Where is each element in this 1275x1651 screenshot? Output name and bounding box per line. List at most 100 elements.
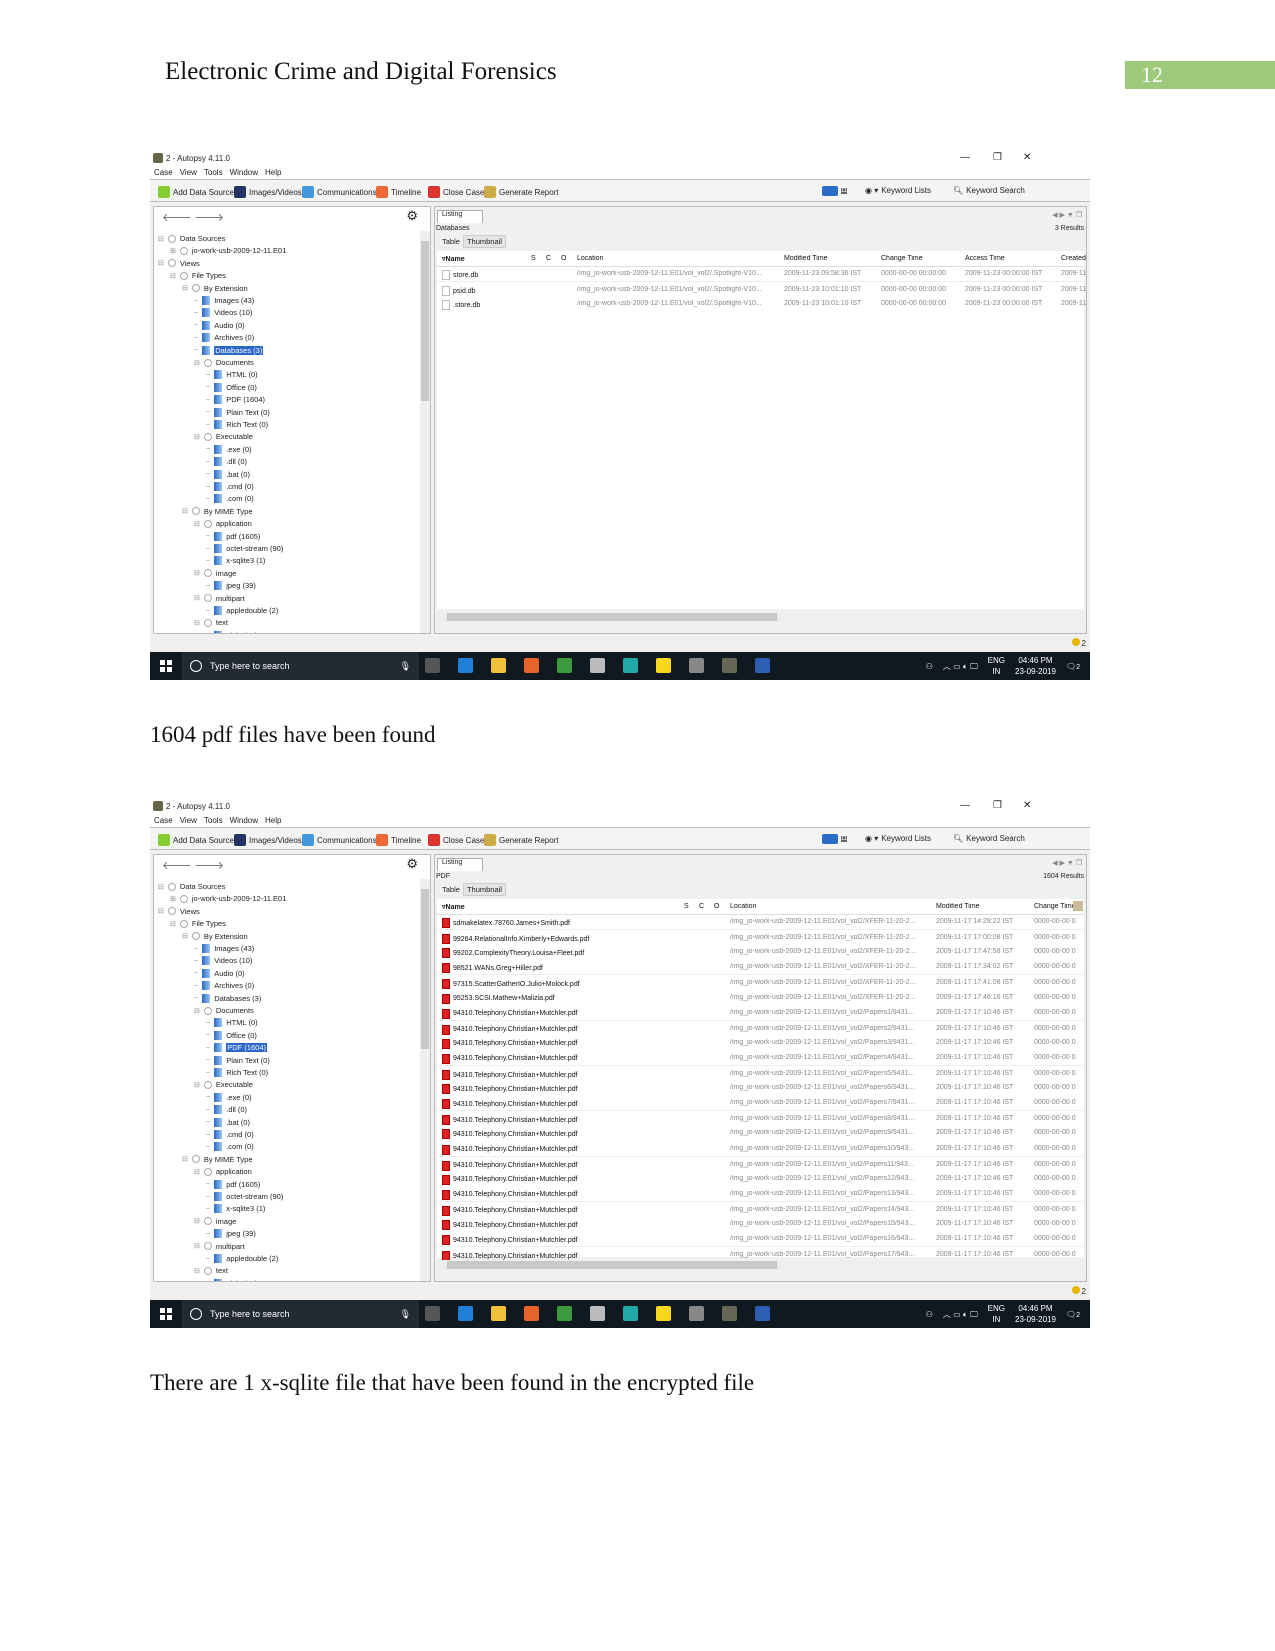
tree-item[interactable]: ⊟ Documents bbox=[194, 358, 254, 367]
expand-toggle-icon[interactable]: ⊟ bbox=[158, 883, 164, 891]
menu-case[interactable]: Case bbox=[154, 816, 173, 825]
tree-item[interactable]: ┈ Rich Text (0) bbox=[206, 420, 268, 429]
edge-icon[interactable] bbox=[458, 1306, 473, 1321]
menu-tools[interactable]: Tools bbox=[204, 168, 223, 177]
expand-toggle-icon[interactable]: ⊟ bbox=[194, 1267, 200, 1275]
app-icon[interactable] bbox=[590, 658, 605, 673]
column-header[interactable]: S bbox=[531, 255, 541, 262]
toolbar-communications-button[interactable]: Communications bbox=[302, 834, 377, 846]
app-icon[interactable] bbox=[590, 1306, 605, 1321]
expand-toggle-icon[interactable]: ⊟ bbox=[194, 619, 200, 627]
people-icon[interactable]: ⚇ bbox=[926, 1310, 933, 1319]
tree-item[interactable]: ┈ pdf (1605) bbox=[206, 531, 260, 541]
table-row[interactable]: 98521.WANs.Greg+Hiller.pdf/img_jo-work-u… bbox=[437, 959, 1084, 974]
people-icon[interactable]: ⚇ bbox=[926, 662, 933, 671]
viewer-nav-icons[interactable]: ◀ ▶ ▼ ❐ bbox=[1052, 859, 1082, 867]
keyword-lists-button[interactable]: ◉ ▾ Keyword Lists bbox=[865, 834, 931, 843]
expand-toggle-icon[interactable]: ⊟ bbox=[182, 284, 188, 292]
expand-toggle-icon[interactable]: ⊟ bbox=[194, 1242, 200, 1250]
expand-toggle-icon[interactable]: ⊟ bbox=[194, 1217, 200, 1225]
keyword-lists-button[interactable]: ◉ ▾ Keyword Lists bbox=[865, 186, 931, 195]
tree-item[interactable]: ┈ Audio (0) bbox=[194, 320, 245, 330]
restore-button[interactable]: ❐ bbox=[993, 152, 1002, 163]
tree-item[interactable]: ┈ Archives (0) bbox=[194, 981, 254, 991]
tree-item[interactable]: ┈ HTML (0) bbox=[206, 1018, 258, 1028]
tree-item[interactable]: ⊟ By Extension bbox=[182, 284, 248, 293]
expand-toggle-icon[interactable]: ⊟ bbox=[182, 1155, 188, 1163]
restore-button[interactable]: ❐ bbox=[993, 800, 1002, 811]
toolbar-close-case-button[interactable]: Close Case bbox=[428, 186, 484, 198]
tree-item[interactable]: ⊟ By MIME Type bbox=[182, 507, 253, 516]
expand-toggle-icon[interactable]: ⊞ bbox=[170, 247, 176, 255]
keyword-search-button[interactable]: 🔍︎ Keyword Search bbox=[953, 834, 1025, 843]
tree-item[interactable]: ┈ pdf (1605) bbox=[206, 1179, 260, 1189]
word-icon[interactable] bbox=[755, 658, 770, 673]
back-forward-buttons[interactable]: 🡐 🡒 bbox=[162, 858, 224, 872]
table-row[interactable]: 94310.Telephony.Christian+Mutchler.pdf/i… bbox=[437, 1186, 1084, 1201]
tree-item[interactable]: ⊟ multipart bbox=[194, 594, 245, 603]
tree-item[interactable]: ┈ x-sqlite3 (1) bbox=[206, 1204, 265, 1214]
tree-item[interactable]: ⊟ Executable bbox=[194, 432, 253, 441]
tree-item[interactable]: ⊟ Views bbox=[158, 907, 200, 916]
column-header[interactable]: O bbox=[561, 255, 571, 262]
back-forward-buttons[interactable]: 🡐 🡒 bbox=[162, 210, 224, 224]
inbox-button[interactable]: 11 bbox=[822, 834, 848, 844]
menu-view[interactable]: View bbox=[180, 168, 197, 177]
expand-toggle-icon[interactable]: ⊟ bbox=[182, 507, 188, 515]
tree-item[interactable]: ⊟ By Extension bbox=[182, 932, 248, 941]
tree-item[interactable]: ┈ .bat (0) bbox=[206, 469, 250, 479]
table-row[interactable]: 94310.Telephony.Christian+Mutchler.pdf/i… bbox=[437, 1171, 1084, 1186]
clock[interactable]: 04:46 PM 23-09-2019 bbox=[1015, 1303, 1056, 1325]
close-button[interactable]: ✕ bbox=[1023, 152, 1031, 163]
expand-toggle-icon[interactable]: ⊟ bbox=[170, 272, 176, 280]
task-view-icon[interactable] bbox=[425, 1306, 440, 1321]
column-header[interactable]: C bbox=[699, 903, 709, 910]
minimize-button[interactable]: — bbox=[960, 800, 970, 811]
expand-toggle-icon[interactable]: ⊟ bbox=[170, 920, 176, 928]
tree-item[interactable]: ┈ Rich Text (0) bbox=[206, 1068, 268, 1077]
tab-listing[interactable]: Listing bbox=[437, 858, 483, 871]
tree-item[interactable]: ⊟ text bbox=[194, 618, 228, 627]
table-row[interactable]: 94310.Telephony.Christian+Mutchler.pdf/i… bbox=[437, 1050, 1084, 1065]
toolbar-generate-report-button[interactable]: Generate Report bbox=[484, 186, 559, 198]
tray-icons[interactable]: ︿ ▭ 🔈︎ 🖵︎ bbox=[943, 661, 978, 672]
tab-table[interactable]: Table bbox=[439, 236, 463, 247]
autopsy-icon[interactable] bbox=[722, 658, 737, 673]
expand-toggle-icon[interactable]: ⊟ bbox=[194, 1081, 200, 1089]
tree-item[interactable]: ┈ Images (43) bbox=[194, 944, 254, 953]
toolbar-timeline-button[interactable]: Timeline bbox=[376, 834, 421, 846]
table-row[interactable]: 94310.Telephony.Christian+Mutchler.pdf/i… bbox=[437, 1216, 1084, 1231]
expand-toggle-icon[interactable]: ⊟ bbox=[194, 359, 200, 367]
windows-start-icon[interactable] bbox=[160, 1308, 172, 1320]
tab-table[interactable]: Table bbox=[439, 884, 463, 895]
notification-badge[interactable]: 2 bbox=[1071, 638, 1086, 648]
table-row[interactable]: 94310.Telephony.Christian+Mutchler.pdf/i… bbox=[437, 1141, 1084, 1156]
tree-item[interactable]: ⊟ image bbox=[194, 1217, 236, 1226]
tree-item[interactable]: ┈ Images (43) bbox=[194, 296, 254, 305]
gear-icon[interactable]: ⚙ bbox=[406, 856, 418, 872]
gear-icon[interactable]: ⚙ bbox=[406, 208, 418, 224]
toolbar-generate-report-button[interactable]: Generate Report bbox=[484, 834, 559, 846]
tree-item[interactable]: ┈ octet-stream (90) bbox=[206, 544, 283, 553]
tree-item[interactable]: ⊟ multipart bbox=[194, 1242, 245, 1251]
expand-toggle-icon[interactable]: ⊟ bbox=[194, 569, 200, 577]
calculator-icon[interactable] bbox=[689, 658, 704, 673]
table-row[interactable]: 94310.Telephony.Christian+Mutchler.pdf/i… bbox=[437, 1095, 1084, 1110]
scrollbar-thumb[interactable] bbox=[421, 241, 429, 401]
tree-item[interactable]: ┈ Plain Text (0) bbox=[206, 1055, 270, 1065]
app-icon[interactable] bbox=[623, 1306, 638, 1321]
keyword-search-button[interactable]: 🔍︎ Keyword Search bbox=[953, 186, 1025, 195]
chrome-icon[interactable] bbox=[557, 658, 572, 673]
expand-toggle-icon[interactable]: ⊟ bbox=[194, 594, 200, 602]
column-header[interactable]: S bbox=[684, 903, 694, 910]
column-header[interactable]: Access Time bbox=[965, 255, 1059, 262]
toolbar-add-data-source-button[interactable]: Add Data Source bbox=[158, 834, 234, 846]
tab-listing[interactable]: Listing bbox=[437, 210, 483, 223]
column-chooser-icon[interactable] bbox=[1073, 901, 1083, 911]
horizontal-scrollbar[interactable] bbox=[437, 1260, 1084, 1270]
column-header[interactable]: Created bbox=[1061, 255, 1086, 262]
tree-item[interactable]: ┈ jpeg (39) bbox=[206, 581, 256, 591]
tree-item[interactable]: ⊟ image bbox=[194, 569, 236, 578]
menu-tools[interactable]: Tools bbox=[204, 816, 223, 825]
tree-item[interactable]: ┈ .cmd (0) bbox=[206, 482, 254, 491]
